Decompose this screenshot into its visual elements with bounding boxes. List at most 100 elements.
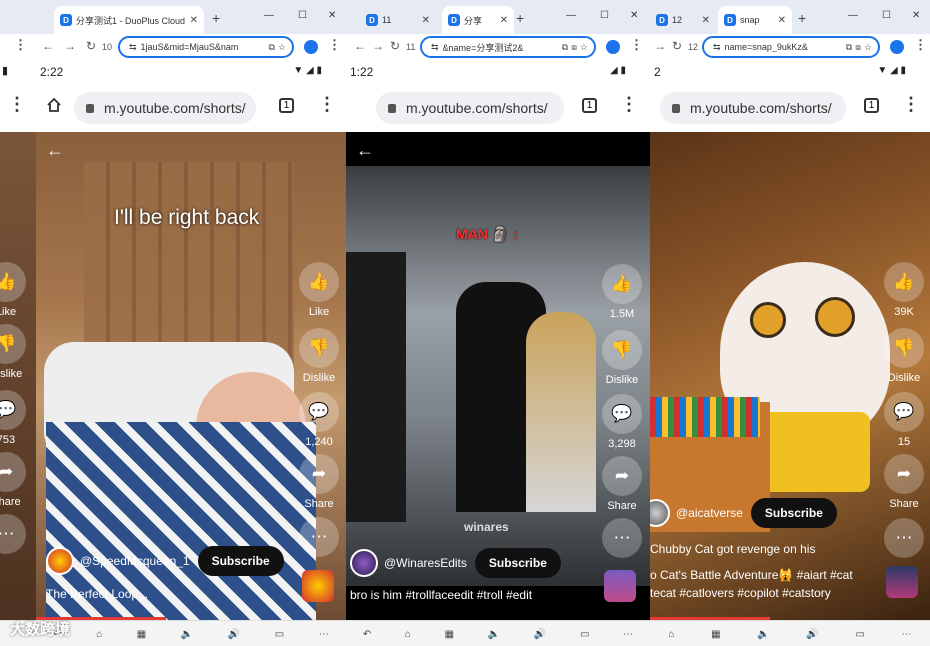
- reload-icon[interactable]: ↻: [86, 39, 96, 53]
- channel-name[interactable]: @SpeedMcqueen_1: [80, 554, 190, 568]
- volume-up-icon[interactable]: 🔊: [534, 629, 546, 640]
- profile-icon[interactable]: [890, 40, 904, 54]
- channel-name[interactable]: @WinaresEdits: [384, 556, 467, 570]
- install-icon[interactable]: ⧉: [562, 42, 568, 53]
- volume-down-icon[interactable]: 🔈: [757, 629, 769, 640]
- tab-active[interactable]: D snap ✕: [718, 6, 792, 34]
- profile-icon[interactable]: [606, 40, 620, 54]
- dislike-button[interactable]: 👎Dislike: [0, 324, 34, 380]
- like-button[interactable]: 👍 39K: [876, 262, 930, 318]
- screen-icon[interactable]: ▭: [275, 629, 284, 640]
- tab-active[interactable]: D 分享 ✕: [442, 6, 514, 34]
- subscribe-button[interactable]: Subscribe: [197, 546, 284, 576]
- close-tab-icon[interactable]: ✕: [702, 15, 710, 26]
- home-nav-icon[interactable]: ⌂: [405, 629, 411, 640]
- like-button[interactable]: 👍Like: [291, 262, 346, 318]
- home-icon[interactable]: [46, 97, 62, 113]
- tab-active[interactable]: D 分享测试1 - DuoPlus Cloud P ✕: [54, 6, 204, 34]
- video-caption-2[interactable]: tecat #catlovers #copilot #catstory: [650, 586, 831, 600]
- profile-icon[interactable]: [304, 40, 318, 54]
- short-video[interactable]: 👍 39K 👎 Dislike 💬 15 ➦ Share ⋯ @aicatverse S…: [650, 132, 930, 620]
- volume-down-icon[interactable]: 🔈: [181, 629, 193, 640]
- menu-icon[interactable]: ⋮: [914, 37, 927, 53]
- reload-icon[interactable]: ↻: [390, 39, 400, 53]
- channel-avatar[interactable]: [46, 547, 74, 575]
- new-tab-button[interactable]: +: [516, 10, 524, 26]
- menu-icon[interactable]: ⋮: [620, 94, 638, 115]
- minimize-button[interactable]: —: [566, 10, 576, 21]
- mobile-address-field[interactable]: m.youtube.com/shorts/: [74, 92, 256, 124]
- more-nav-icon[interactable]: ⋯: [319, 629, 329, 640]
- forward-icon[interactable]: →: [64, 39, 76, 53]
- install-icon[interactable]: ⧉: [268, 42, 274, 53]
- comments-button[interactable]: 💬 15: [876, 392, 930, 448]
- url-input[interactable]: ⇆ name=snap_9ukKz& ⧉ ⧈ ☆: [702, 36, 880, 58]
- short-video[interactable]: ← I'll be right back 👍 Like 👎 Dislike 💬 1,2…: [36, 132, 346, 620]
- close-window-button[interactable]: ✕: [630, 10, 638, 21]
- short-video[interactable]: ← MAN 🗿 : winares 👍 1.5M 👎 Dislike 💬 3,298 …: [346, 132, 650, 620]
- video-caption[interactable]: o Cat's Battle Adventure🙀 #aiart #cat: [650, 568, 853, 582]
- apps-nav-icon[interactable]: ▦: [445, 629, 454, 640]
- forward-icon[interactable]: →: [372, 39, 384, 53]
- back-icon[interactable]: ←: [354, 39, 366, 53]
- home-nav-icon[interactable]: ⌂: [668, 629, 674, 640]
- mobile-address-field[interactable]: m.youtube.com/shorts/: [660, 92, 846, 124]
- more-nav-icon[interactable]: ⋯: [902, 629, 912, 640]
- back-arrow-icon[interactable]: ←: [356, 140, 374, 161]
- tab-switcher-button[interactable]: 1: [582, 98, 597, 113]
- video-title[interactable]: Chubby Cat got revenge on his: [650, 542, 815, 556]
- translate-icon[interactable]: ⧈: [571, 42, 577, 53]
- minimize-button[interactable]: —: [848, 10, 858, 21]
- screen-icon[interactable]: ▭: [856, 629, 865, 640]
- tab-switcher-button[interactable]: 1: [279, 98, 294, 113]
- channel-avatar[interactable]: [350, 549, 378, 577]
- video-caption[interactable]: The Perfect Loop...: [46, 587, 148, 601]
- url-input[interactable]: ⇆ 1jauS&mid=MjauS&nam ⧉ ☆: [118, 36, 294, 58]
- menu-icon[interactable]: ⋮: [14, 37, 27, 53]
- maximize-button[interactable]: ☐: [600, 10, 609, 21]
- close-tab-icon[interactable]: ✕: [190, 15, 198, 26]
- mobile-address-field[interactable]: m.youtube.com/shorts/: [376, 92, 564, 124]
- close-window-button[interactable]: ✕: [328, 10, 336, 21]
- install-icon[interactable]: ⧉: [846, 42, 852, 53]
- star-icon[interactable]: ☆: [864, 42, 872, 53]
- more-button[interactable]: ⋯: [291, 517, 346, 561]
- subscribe-button[interactable]: Subscribe: [474, 548, 561, 578]
- back-icon[interactable]: ←: [42, 39, 54, 53]
- back-icon[interactable]: →: [654, 39, 666, 53]
- star-icon[interactable]: ☆: [580, 42, 588, 53]
- sound-thumbnail[interactable]: [604, 570, 636, 602]
- new-tab-button[interactable]: +: [212, 10, 220, 26]
- volume-up-icon[interactable]: 🔊: [228, 629, 240, 640]
- apps-nav-icon[interactable]: ▦: [137, 629, 146, 640]
- share-button[interactable]: ➦Share: [594, 456, 650, 512]
- new-tab-button[interactable]: +: [798, 10, 806, 26]
- more-button[interactable]: ⋯: [594, 518, 650, 562]
- menu-icon[interactable]: ⋮: [318, 94, 336, 115]
- like-button[interactable]: 👍Like: [0, 262, 34, 318]
- translate-icon[interactable]: ⧈: [855, 42, 861, 53]
- close-tab-icon[interactable]: ✕: [500, 15, 508, 26]
- share-button[interactable]: ➦Share: [876, 454, 930, 510]
- apps-nav-icon[interactable]: ▦: [711, 629, 720, 640]
- more-button[interactable]: ⋯: [876, 518, 930, 562]
- sound-thumbnail[interactable]: [302, 570, 334, 602]
- close-tab-icon[interactable]: ✕: [422, 15, 430, 26]
- video-caption[interactable]: bro is him #trollfaceedit #troll #edit: [350, 588, 532, 602]
- menu-icon[interactable]: ⋮: [902, 94, 920, 115]
- share-button[interactable]: ➦Share: [291, 454, 346, 510]
- comments-button[interactable]: 💬 1,240: [291, 392, 346, 448]
- volume-up-icon[interactable]: 🔊: [806, 629, 818, 640]
- close-window-button[interactable]: ✕: [912, 10, 920, 21]
- more-button[interactable]: ⋯: [0, 514, 34, 558]
- like-button[interactable]: 👍 1.5M: [594, 264, 650, 320]
- more-nav-icon[interactable]: ⋯: [623, 629, 633, 640]
- tab-inactive[interactable]: D 11 ✕: [360, 6, 436, 34]
- menu-icon[interactable]: ⋮: [328, 37, 341, 53]
- maximize-button[interactable]: ☐: [298, 10, 307, 21]
- minimize-button[interactable]: —: [264, 10, 274, 21]
- channel-avatar[interactable]: [650, 499, 670, 527]
- back-nav-icon[interactable]: ↶: [363, 629, 371, 640]
- tab-inactive[interactable]: D 12 ✕: [650, 6, 716, 34]
- volume-down-icon[interactable]: 🔈: [488, 629, 500, 640]
